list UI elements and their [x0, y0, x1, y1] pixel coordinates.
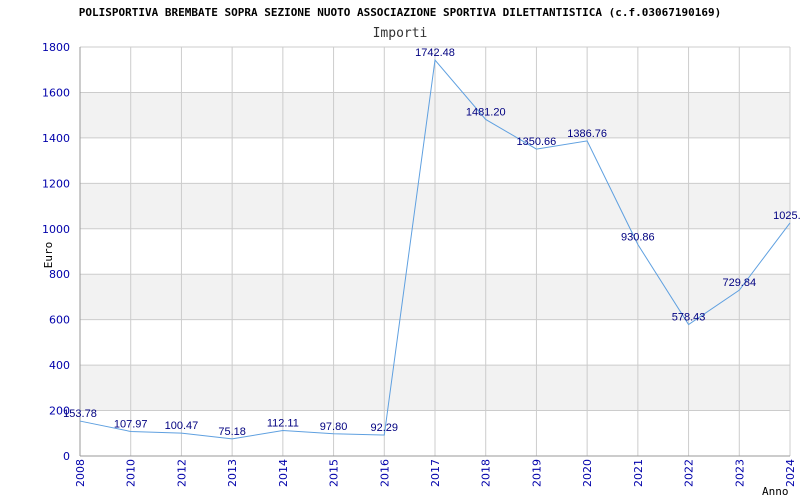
- x-tick-labels: 2008 2010 2012 2013 2014 2015 2016 2017 2018 2019…: [74, 459, 797, 487]
- data-label: 107.97: [114, 418, 148, 430]
- data-label: 75.18: [218, 426, 246, 438]
- x-tick-label: 2019: [530, 459, 543, 487]
- y-tick-label: 800: [49, 268, 70, 281]
- data-label: 578.43: [672, 312, 706, 324]
- x-tick-label: 2017: [429, 459, 442, 487]
- x-tick-label: 2021: [632, 459, 645, 487]
- y-tick-label: 1800: [42, 41, 70, 54]
- data-label: 1350.66: [517, 136, 557, 148]
- data-label: 153.78: [63, 408, 97, 420]
- line-chart: POLISPORTIVA BREMBATE SOPRA SEZIONE NUOT…: [42, 6, 800, 498]
- x-tick-label: 2020: [581, 459, 594, 487]
- data-label: 1481.20: [466, 106, 506, 118]
- y-tick-label: 1600: [42, 86, 70, 99]
- x-tick-label: 2013: [226, 459, 239, 487]
- x-tick-label: 2015: [328, 459, 341, 487]
- data-label: 92.29: [371, 422, 399, 434]
- data-label: 97.80: [320, 421, 348, 433]
- x-tick-label: 2010: [125, 459, 138, 487]
- y-tick-label: 600: [49, 314, 70, 327]
- data-label: 1386.76: [567, 128, 607, 140]
- chart-title: POLISPORTIVA BREMBATE SOPRA SEZIONE NUOT…: [79, 6, 721, 19]
- y-tick-label: 0: [63, 450, 70, 463]
- data-label: 930.86: [621, 231, 655, 243]
- x-tick-label: 2023: [733, 459, 746, 487]
- x-tick-label: 2012: [175, 459, 188, 487]
- chart-subtitle: Importi: [373, 26, 428, 41]
- x-tick-label: 2018: [480, 459, 493, 487]
- x-tick-label: 2022: [683, 459, 696, 487]
- data-label: 112.11: [267, 418, 299, 430]
- y-tick-label: 1000: [42, 223, 70, 236]
- y-axis-label: Euro: [42, 242, 55, 269]
- data-label: 1025.9: [773, 210, 800, 222]
- y-tick-label: 400: [49, 359, 70, 372]
- x-tick-label: 2008: [74, 459, 87, 487]
- data-label: 1742.48: [415, 47, 455, 59]
- data-label: 729.84: [722, 277, 756, 289]
- x-tick-label: 2014: [277, 459, 290, 487]
- x-tick-label: 2024: [784, 459, 797, 487]
- y-tick-label: 1200: [42, 177, 70, 190]
- x-tick-label: 2016: [378, 459, 391, 487]
- data-label: 100.47: [165, 420, 199, 432]
- y-tick-label: 1400: [42, 132, 70, 145]
- x-axis-label: Anno: [762, 485, 789, 498]
